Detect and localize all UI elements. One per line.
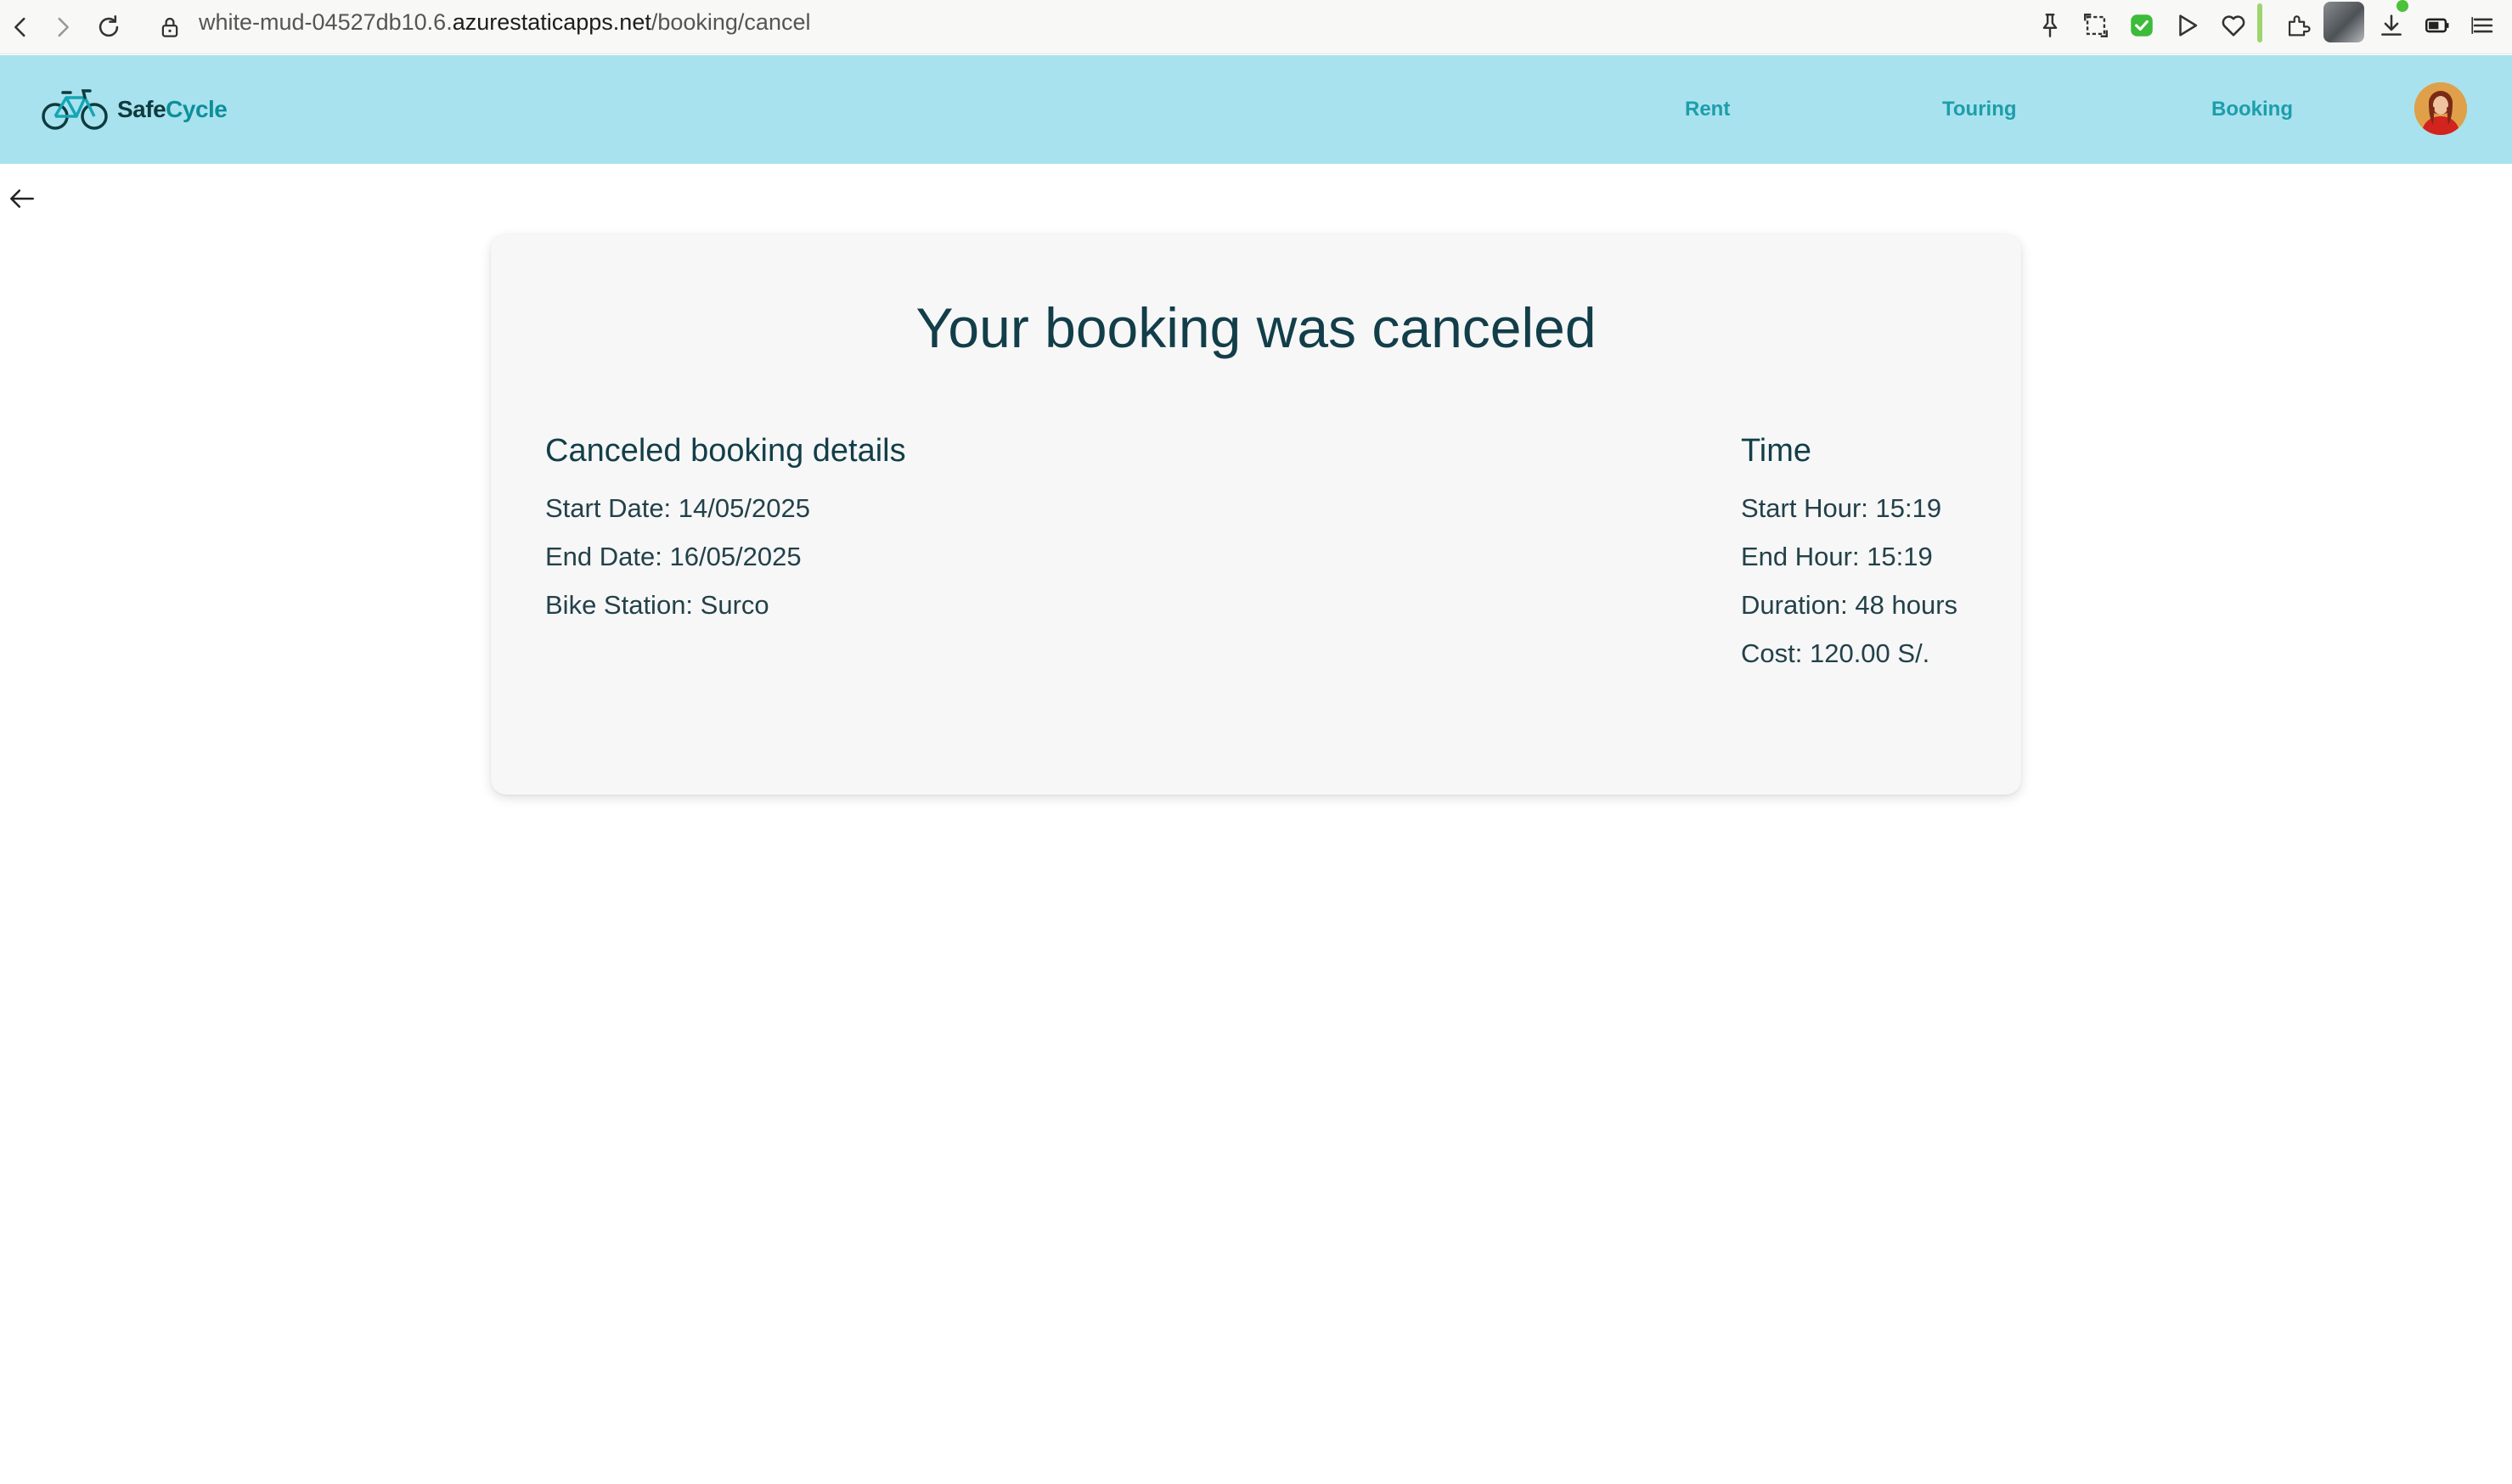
download-badge — [2397, 0, 2408, 12]
back-icon — [14, 17, 25, 37]
end-hour: End Hour: 15:19 — [1741, 542, 1933, 571]
page-title: Your booking was canceled — [915, 296, 1597, 359]
reload-icon — [99, 14, 119, 37]
battery-icon[interactable] — [2419, 7, 2456, 44]
nav-rent[interactable]: Rent — [1685, 93, 1730, 126]
time-column: Time Start Hour: 15:19 End Hour: 15:19 D… — [1741, 430, 1957, 677]
bicycle-logo-icon — [42, 89, 108, 130]
cost: Cost: 120.00 S/. — [1741, 638, 1930, 668]
start-date: Start Date: 14/05/2025 — [545, 493, 810, 523]
screenshot-icon[interactable] — [2077, 7, 2115, 44]
start-hour: Start Hour: 15:19 — [1741, 493, 1942, 523]
download-icon[interactable] — [2373, 7, 2410, 44]
browser-forward-button[interactable] — [42, 7, 83, 48]
bike-station: Bike Station: Surco — [545, 590, 769, 620]
heart-icon[interactable] — [2215, 7, 2252, 44]
address-bar[interactable]: white-mud-04527db10.6.azurestaticapps.ne… — [199, 0, 810, 54]
cancel-confirmation-card: Your booking was canceled Canceled booki… — [491, 234, 2021, 795]
browser-back-button[interactable] — [0, 7, 41, 48]
end-date: End Date: 16/05/2025 — [545, 542, 802, 571]
pin-icon[interactable] — [2031, 7, 2069, 44]
app-header: SafeCycle Rent Touring Booking — [0, 55, 2512, 164]
profile-avatar-icon[interactable] — [2323, 2, 2364, 42]
browser-toolbar: white-mud-04527db10.6.azurestaticapps.ne… — [0, 0, 2512, 54]
nav-booking[interactable]: Booking — [2211, 93, 2293, 126]
duration: Duration: 48 hours — [1741, 590, 1958, 620]
time-heading: Time — [1741, 433, 1812, 469]
logo[interactable]: SafeCycle — [41, 86, 228, 133]
back-button[interactable] — [3, 180, 41, 217]
lock-icon[interactable] — [149, 7, 190, 48]
details-column: Canceled booking details Start Date: 14/… — [545, 430, 906, 629]
shield-check-icon[interactable] — [2123, 7, 2160, 44]
url-path: /booking/cancel — [651, 9, 811, 35]
user-avatar[interactable] — [2414, 82, 2467, 135]
logo-text-accent: Cycle — [166, 96, 228, 122]
url-prefix: white-mud-04527db10.6. — [199, 9, 453, 35]
details-heading: Canceled booking details — [545, 433, 906, 469]
menu-icon[interactable] — [2464, 7, 2502, 44]
url-host: azurestaticapps.net — [452, 9, 651, 35]
nav-touring[interactable]: Touring — [1942, 93, 2017, 126]
separator — [2257, 3, 2262, 42]
forward-icon — [58, 17, 69, 37]
logo-text-primary: Safe — [117, 96, 166, 122]
logo-text: SafeCycle — [117, 96, 228, 123]
extensions-icon[interactable] — [2279, 7, 2317, 44]
browser-reload-button[interactable] — [88, 7, 129, 48]
play-icon[interactable] — [2169, 7, 2206, 44]
arrow-left-icon — [10, 189, 34, 208]
